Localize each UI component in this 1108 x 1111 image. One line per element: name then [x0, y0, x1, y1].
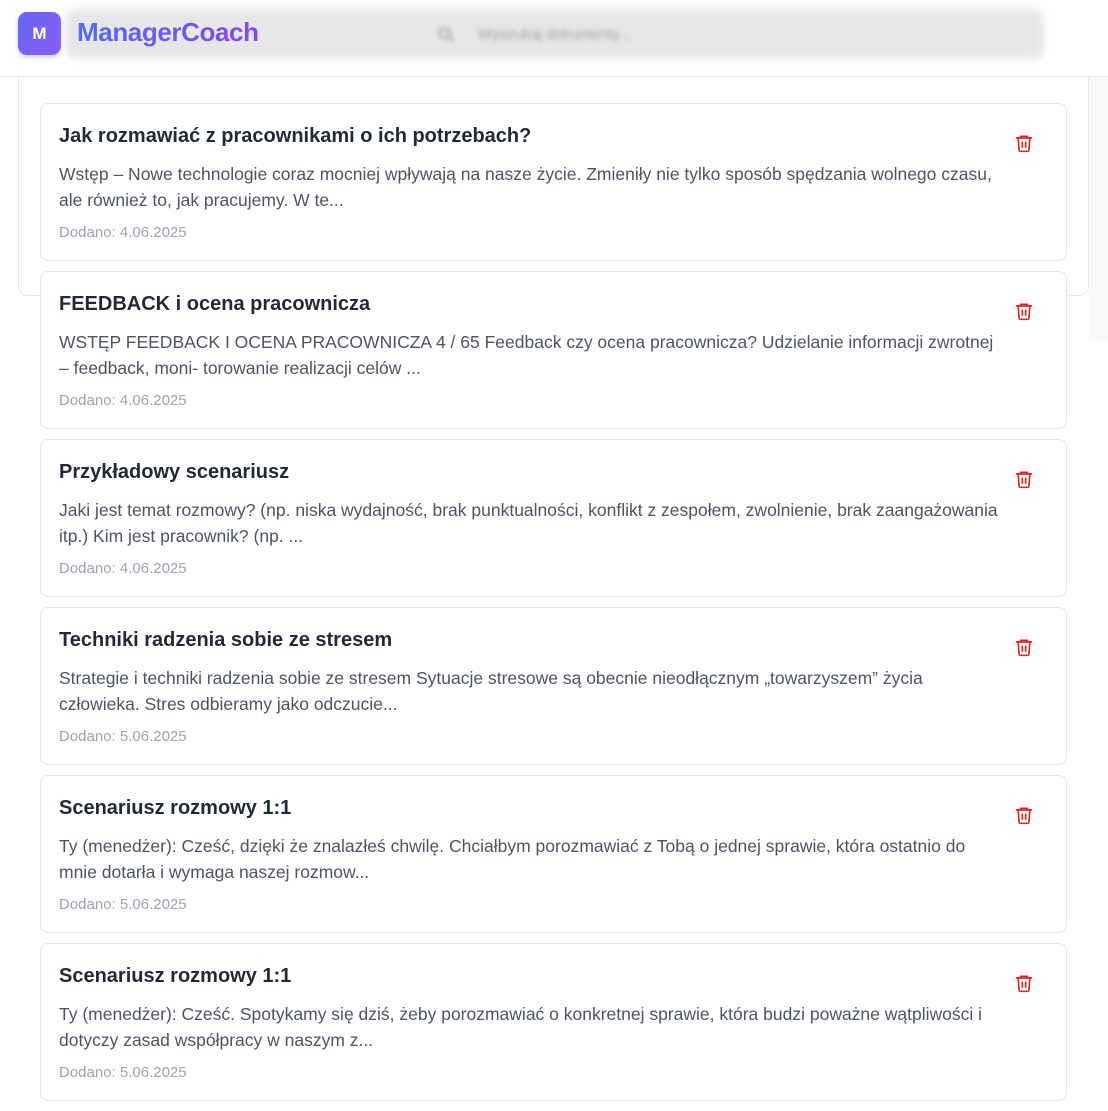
trash-icon	[1014, 973, 1034, 998]
delete-document-button[interactable]	[1011, 972, 1037, 998]
trash-icon	[1014, 469, 1034, 494]
document-card[interactable]: Techniki radzenia sobie ze stresem Strate…	[40, 607, 1067, 765]
document-title[interactable]: Przykładowy scenariusz	[59, 461, 289, 484]
document-title[interactable]: Scenariusz rozmowy 1:1	[59, 965, 291, 988]
document-date: Dodano: 4.06.2025	[59, 224, 187, 241]
document-card[interactable]: FEEDBACK i ocena pracownicza WSTĘP FEEDBA…	[40, 271, 1067, 429]
document-excerpt: Ty (menedżer): Cześć, dzięki że znalazłe…	[59, 836, 966, 882]
delete-document-button[interactable]	[1011, 300, 1037, 326]
document-excerpt: WSTĘP FEEDBACK I OCENA PRACOWNICZA 4 / 6…	[59, 332, 994, 378]
background-strip	[1089, 77, 1108, 340]
document-title[interactable]: Jak rozmawiać z pracownikami o ich potrz…	[59, 125, 531, 148]
trash-icon	[1014, 301, 1034, 326]
document-date: Dodano: 5.06.2025	[59, 896, 187, 913]
document-date: Dodano: 4.06.2025	[59, 392, 187, 409]
document-date: Dodano: 5.06.2025	[59, 1064, 187, 1081]
trash-icon	[1014, 637, 1034, 662]
delete-document-button[interactable]	[1011, 468, 1037, 494]
document-title[interactable]: Techniki radzenia sobie ze stresem	[59, 629, 392, 652]
document-date: Dodano: 5.06.2025	[59, 728, 187, 745]
document-title[interactable]: FEEDBACK i ocena pracownicza	[59, 293, 370, 316]
delete-document-button[interactable]	[1011, 804, 1037, 830]
document-card[interactable]: Scenariusz rozmowy 1:1 Ty (menedżer): Cze…	[40, 943, 1067, 1101]
document-title[interactable]: Scenariusz rozmowy 1:1	[59, 797, 291, 820]
document-card[interactable]: Jak rozmawiać z pracownikami o ich potrz…	[40, 103, 1067, 261]
document-date: Dodano: 4.06.2025	[59, 560, 187, 577]
document-list: Jak rozmawiać z pracownikami o ich potrz…	[40, 103, 1067, 1111]
search-icon	[439, 27, 454, 42]
delete-document-button[interactable]	[1011, 636, 1037, 662]
app-name[interactable]: ManagerCoach	[77, 17, 259, 48]
document-excerpt: Wstęp – Nowe technologie coraz mocniej w…	[59, 164, 992, 210]
logo-badge[interactable]: M	[18, 12, 61, 55]
document-card[interactable]: Przykładowy scenariusz Jaki jest temat ro…	[40, 439, 1067, 597]
trash-icon	[1014, 805, 1034, 830]
app-header: M Wyszukaj dokumenty... ManagerCoach	[0, 0, 1108, 77]
trash-icon	[1014, 133, 1034, 158]
document-excerpt: Strategie i techniki radzenia sobie ze s…	[59, 668, 923, 714]
document-card[interactable]: Scenariusz rozmowy 1:1 Ty (menedżer): Cze…	[40, 775, 1067, 933]
delete-document-button[interactable]	[1011, 132, 1037, 158]
search-placeholder: Wyszukaj dokumenty...	[478, 26, 631, 43]
document-excerpt: Jaki jest temat rozmowy? (np. niska wyda…	[59, 500, 998, 546]
document-excerpt: Ty (menedżer): Cześć. Spotykamy się dziś…	[59, 1004, 983, 1050]
